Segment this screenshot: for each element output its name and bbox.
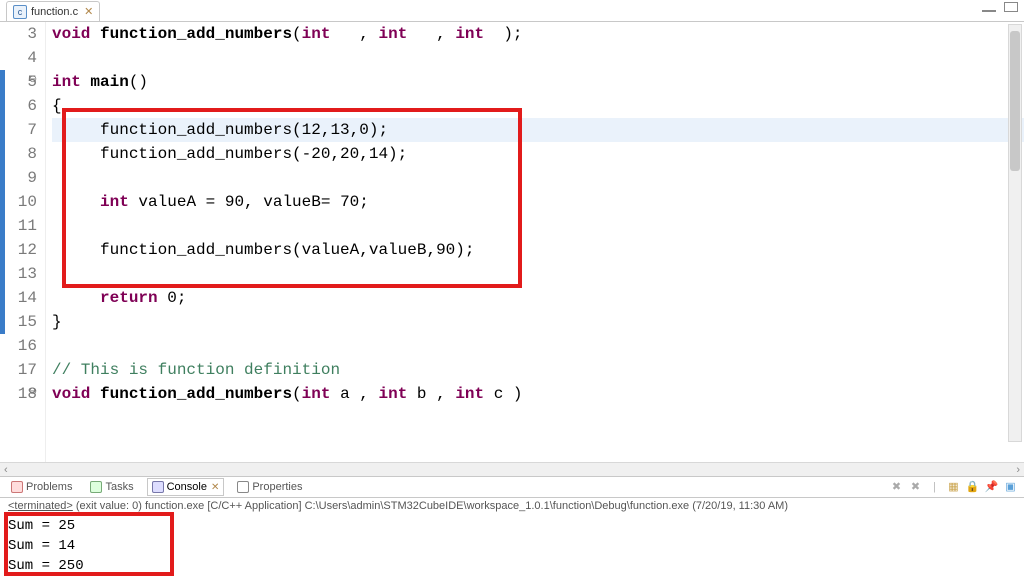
editor-tab-function-c[interactable]: c function.c ✕ — [6, 1, 100, 21]
tab-console[interactable]: Console ✕ — [147, 478, 225, 496]
terminated-label: <terminated> — [8, 500, 73, 512]
change-marker — [0, 142, 5, 166]
tab-problems[interactable]: Problems — [6, 478, 77, 496]
line-number: 16 — [18, 337, 37, 355]
editor-tabbar-controls — [982, 2, 1018, 12]
code-line-current: function_add_numbers(12,13,0); — [52, 118, 1024, 142]
code-line: void function_add_numbers(int a , int b … — [52, 382, 1024, 406]
console-toolbar: ✖ ✖ | ▦ 🔒 📌 ▣ — [889, 479, 1018, 494]
change-marker — [0, 214, 5, 238]
code-line: int valueA = 90, valueB= 70; — [52, 190, 1024, 214]
display-console-icon[interactable]: ▣ — [1003, 479, 1018, 494]
line-number: 8 — [27, 145, 37, 163]
tab-label: Problems — [26, 481, 72, 493]
scroll-lock-icon[interactable]: 🔒 — [965, 479, 980, 494]
remove-launch-icon[interactable]: ✖ — [889, 479, 904, 494]
exit-value: (exit value: 0) — [73, 500, 145, 512]
console-line: Sum = 250 — [8, 556, 1016, 576]
code-editor[interactable]: 3 4 5⊖ 6 7 8 9 10 11 12 13 14 15 16 17 1… — [0, 22, 1024, 462]
change-marker — [0, 310, 5, 334]
change-marker — [0, 238, 5, 262]
pin-console-icon[interactable]: 📌 — [984, 479, 999, 494]
scroll-left-icon[interactable]: ‹ — [4, 464, 8, 476]
line-number: 10 — [18, 193, 37, 211]
line-number: 15 — [18, 313, 37, 331]
line-number: 13 — [18, 265, 37, 283]
code-line — [52, 214, 1024, 238]
code-line: int main() — [52, 70, 1024, 94]
minimize-icon[interactable] — [982, 2, 996, 12]
editor-tab-label: function.c — [31, 6, 78, 18]
code-line — [52, 46, 1024, 70]
fold-toggle-icon[interactable]: ⊖ — [28, 76, 38, 86]
separator-icon: | — [927, 479, 942, 494]
console-status: <terminated> (exit value: 0) function.ex… — [0, 498, 1024, 514]
tasks-icon — [90, 481, 102, 493]
line-number: 7 — [27, 121, 37, 139]
code-line — [52, 166, 1024, 190]
tab-label: Console — [167, 481, 207, 493]
fold-toggle-icon[interactable]: ⊖ — [28, 388, 38, 398]
code-area[interactable]: void function_add_numbers(int , int , in… — [46, 22, 1024, 462]
tab-tasks[interactable]: Tasks — [85, 478, 138, 496]
code-line: { — [52, 94, 1024, 118]
line-number: 14 — [18, 289, 37, 307]
line-number: 3 — [27, 25, 37, 43]
close-icon[interactable]: ✕ — [84, 5, 93, 18]
code-line: } — [52, 310, 1024, 334]
line-number: 6 — [27, 97, 37, 115]
scroll-right-icon[interactable]: › — [1016, 464, 1020, 476]
change-marker — [0, 94, 5, 118]
tab-label: Tasks — [105, 481, 133, 493]
console-line: Sum = 25 — [8, 516, 1016, 536]
line-number: 11 — [18, 217, 37, 235]
close-icon[interactable]: ✕ — [211, 482, 219, 493]
change-marker — [0, 70, 5, 94]
problems-icon — [11, 481, 23, 493]
properties-icon — [237, 481, 249, 493]
console-line: Sum = 14 — [8, 536, 1016, 556]
code-line: function_add_numbers(-20,20,14); — [52, 142, 1024, 166]
console-output[interactable]: Sum = 25 Sum = 14 Sum = 250 — [0, 514, 1024, 580]
clear-console-icon[interactable]: ▦ — [946, 479, 961, 494]
line-gutter: 3 4 5⊖ 6 7 8 9 10 11 12 13 14 15 16 17 1… — [0, 22, 46, 462]
code-line — [52, 334, 1024, 358]
remove-all-icon[interactable]: ✖ — [908, 479, 923, 494]
code-line — [52, 262, 1024, 286]
code-line: return 0; — [52, 286, 1024, 310]
code-line: void function_add_numbers(int , int , in… — [52, 22, 1024, 46]
c-file-icon: c — [13, 5, 27, 19]
line-number: 17 — [18, 361, 37, 379]
scrollbar-thumb[interactable] — [1010, 31, 1020, 171]
panel-tabbar: Problems Tasks Console ✕ Properties ✖ ✖ … — [0, 476, 1024, 498]
line-number: 9 — [27, 169, 37, 187]
maximize-icon[interactable] — [1004, 2, 1018, 12]
code-line: // This is function definition — [52, 358, 1024, 382]
console-icon — [152, 481, 164, 493]
change-marker — [0, 262, 5, 286]
line-number: 4 — [27, 49, 37, 67]
app-path: function.exe [C/C++ Application] C:\User… — [145, 500, 788, 512]
horizontal-scrollbar[interactable]: ‹ › — [0, 462, 1024, 476]
tab-label: Properties — [252, 481, 302, 493]
line-number: 12 — [18, 241, 37, 259]
change-marker — [0, 190, 5, 214]
tab-properties[interactable]: Properties — [232, 478, 307, 496]
vertical-scrollbar[interactable] — [1008, 24, 1022, 442]
change-marker — [0, 166, 5, 190]
change-marker — [0, 118, 5, 142]
change-marker — [0, 286, 5, 310]
code-line: function_add_numbers(valueA,valueB,90); — [52, 238, 1024, 262]
editor-tabbar: c function.c ✕ — [0, 0, 1024, 22]
